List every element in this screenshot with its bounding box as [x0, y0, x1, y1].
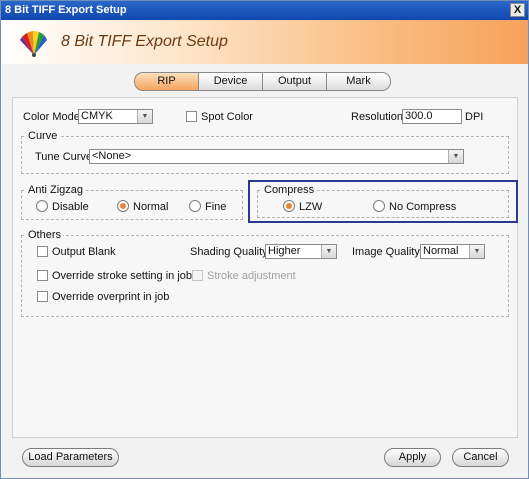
anti-zigzag-normal-radio[interactable] [117, 200, 129, 212]
tune-curve-value: <None> [92, 150, 132, 162]
tab-rip[interactable]: RIP [134, 72, 199, 91]
tab-mark[interactable]: Mark [326, 72, 391, 91]
resolution-unit: DPI [465, 111, 484, 123]
color-fan-icon [20, 30, 47, 57]
image-quality-select[interactable]: Normal ▼ [420, 244, 485, 259]
chevron-down-icon: ▼ [321, 245, 336, 258]
tab-device[interactable]: Device [198, 72, 263, 91]
spot-color-checkbox[interactable] [186, 111, 197, 122]
anti-zigzag-disable-label: Disable [52, 201, 89, 213]
chevron-down-icon: ▼ [469, 245, 484, 258]
chevron-down-icon: ▼ [448, 150, 463, 163]
resolution-input[interactable]: 300.0 [402, 109, 462, 124]
tune-curve-label: Tune Curve: [35, 151, 96, 163]
override-overprint-label: Override overprint in job [52, 291, 170, 303]
anti-zigzag-group-title: Anti Zigzag [26, 183, 86, 197]
color-mode-select[interactable]: CMYK ▼ [78, 109, 153, 124]
compress-lzw-radio[interactable] [283, 200, 295, 212]
compress-none-label: No Compress [389, 201, 457, 213]
export-setup-dialog: 8 Bit TIFF Export Setup X 8 Bit TIFF Exp… [0, 0, 529, 479]
anti-zigzag-normal-label: Normal [133, 201, 169, 213]
anti-zigzag-fine-label: Fine [205, 201, 227, 213]
tab-output[interactable]: Output [262, 72, 327, 91]
image-quality-label: Image Quality: [352, 246, 423, 258]
output-blank-checkbox[interactable] [37, 246, 48, 257]
tune-curve-select[interactable]: <None> ▼ [89, 149, 464, 164]
window-title: 8 Bit TIFF Export Setup [5, 4, 127, 16]
compress-group-title: Compress [262, 183, 317, 197]
cancel-button[interactable]: Cancel [452, 448, 509, 467]
resolution-label: Resolution: [351, 111, 407, 123]
spot-color-label: Spot Color [201, 111, 253, 123]
override-stroke-label: Override stroke setting in job [52, 270, 193, 282]
compress-none-radio[interactable] [373, 200, 385, 212]
header-title: 8 Bit TIFF Export Setup [61, 33, 228, 50]
stroke-adjustment-label: Stroke adjustment [207, 270, 296, 282]
image-quality-value: Normal [423, 245, 459, 257]
shading-quality-label: Shading Quality: [190, 246, 271, 258]
stroke-adjustment-checkbox[interactable] [192, 270, 203, 281]
chevron-down-icon: ▼ [137, 110, 152, 123]
title-bar[interactable]: 8 Bit TIFF Export Setup X [1, 1, 528, 20]
override-overprint-checkbox[interactable] [37, 291, 48, 302]
color-mode-value: CMYK [81, 110, 113, 122]
override-stroke-checkbox[interactable] [37, 270, 48, 281]
shading-quality-value: Higher [268, 245, 301, 257]
apply-button[interactable]: Apply [384, 448, 441, 467]
anti-zigzag-disable-radio[interactable] [36, 200, 48, 212]
compress-lzw-label: LZW [299, 201, 323, 213]
others-group-title: Others [26, 228, 64, 242]
output-blank-label: Output Blank [52, 246, 116, 258]
color-mode-label: Color Mode: [23, 111, 83, 123]
curve-group-title: Curve [26, 129, 60, 143]
tab-bar: RIP Device Output Mark [134, 72, 391, 91]
dialog-header: 8 Bit TIFF Export Setup [1, 20, 528, 64]
load-parameters-button[interactable]: Load Parameters [22, 448, 119, 467]
close-button[interactable]: X [510, 3, 525, 17]
anti-zigzag-fine-radio[interactable] [189, 200, 201, 212]
shading-quality-select[interactable]: Higher ▼ [265, 244, 337, 259]
